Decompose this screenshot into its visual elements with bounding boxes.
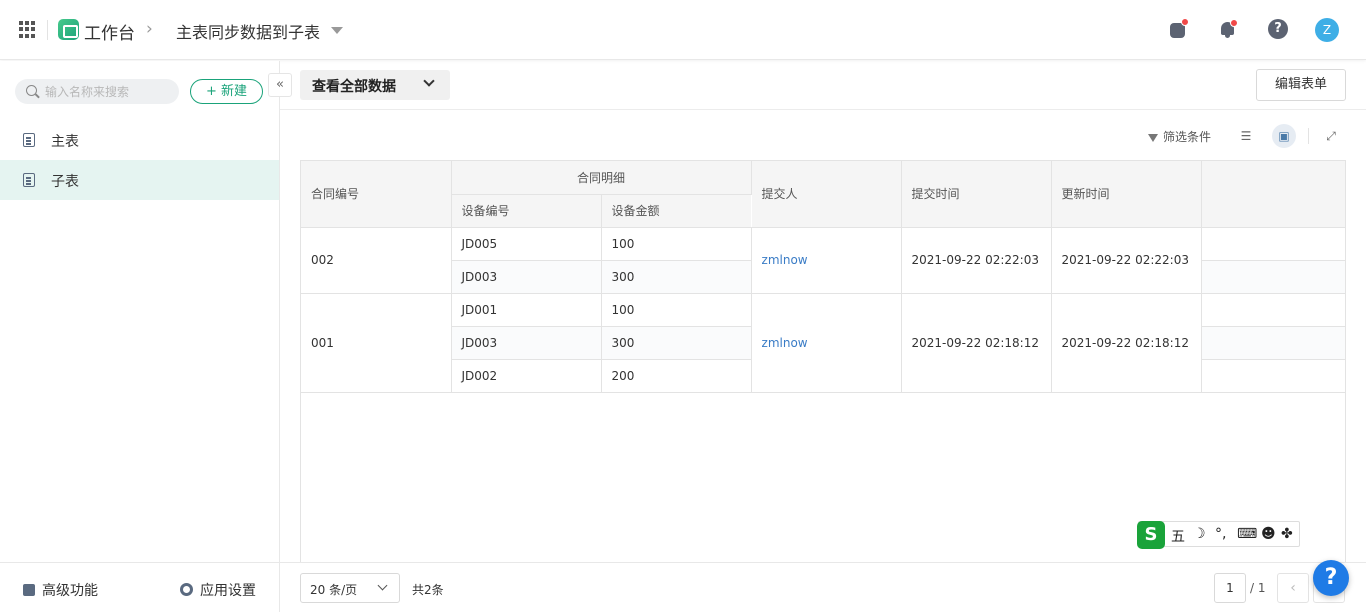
- app-title[interactable]: 主表同步数据到子表: [176, 19, 320, 43]
- cell-actions: [1201, 260, 1345, 294]
- chevron-down-icon: [423, 75, 435, 87]
- view-selector-label: 查看全部数据: [312, 79, 396, 95]
- column-header-submitter[interactable]: 提交人: [751, 161, 902, 228]
- keyboard-icon[interactable]: ⌨: [1237, 526, 1257, 542]
- cell-device-no: JD005: [451, 227, 602, 261]
- cell-actions: [1201, 326, 1345, 360]
- apps-grid-icon[interactable]: [19, 21, 36, 38]
- previous-page-button[interactable]: ‹: [1277, 573, 1309, 603]
- collapse-sidebar-icon[interactable]: «: [268, 73, 292, 97]
- search-input[interactable]: [45, 82, 173, 101]
- cell-submitter-link[interactable]: zmlnow: [751, 293, 902, 393]
- sort-icon[interactable]: ☰: [1234, 124, 1258, 148]
- cell-actions: [1201, 293, 1345, 327]
- column-header-update-time[interactable]: 更新时间: [1051, 161, 1202, 228]
- cell-actions: [1201, 227, 1345, 261]
- column-group-contract-detail[interactable]: 合同明细: [451, 161, 752, 195]
- divider: [1308, 128, 1309, 144]
- total-count: 共2条: [412, 583, 444, 597]
- edit-form-button[interactable]: 编辑表单: [1256, 69, 1346, 101]
- cell-device-amount: 300: [601, 260, 752, 294]
- view-selector[interactable]: 查看全部数据: [300, 70, 450, 100]
- floating-help-button[interactable]: ?: [1313, 560, 1349, 596]
- gear-icon: [180, 583, 193, 596]
- sheet-icon: [23, 173, 35, 187]
- cell-submit-time: 2021-09-22 02:18:12: [901, 293, 1052, 393]
- cell-actions: [1201, 359, 1345, 393]
- caret-down-icon[interactable]: [331, 27, 343, 34]
- cell-device-amount: 300: [601, 326, 752, 360]
- cell-contract-no: 001: [301, 293, 452, 393]
- column-header-actions: [1201, 161, 1345, 228]
- column-header-submit-time[interactable]: 提交时间: [901, 161, 1052, 228]
- table-row[interactable]: 002 JD005 100 zmlnow 2021-09-22 02:22:03…: [301, 227, 1345, 294]
- cell-device-no: JD003: [451, 260, 602, 294]
- fullscreen-icon[interactable]: ⤢: [1319, 124, 1343, 148]
- app-settings-button[interactable]: 应用设置: [180, 580, 256, 600]
- sidebar-item-sub-sheet[interactable]: 子表: [0, 160, 279, 200]
- cell-update-time: 2021-09-22 02:18:12: [1051, 293, 1202, 393]
- notification-dot: [1181, 18, 1189, 26]
- card-view-icon[interactable]: ▣: [1272, 124, 1296, 148]
- notification-dot: [1230, 19, 1238, 27]
- page-total: / 1: [1250, 581, 1266, 595]
- page-size-select[interactable]: 20 条/页: [300, 573, 400, 603]
- data-table: 合同编号 合同明细 提交人 提交时间 更新时间 设备编号 设备金额 002 JD…: [300, 160, 1346, 562]
- help-icon[interactable]: ?: [1268, 19, 1288, 39]
- table-row[interactable]: 001 JD001 100 zmlnow 2021-09-22 02:18:12…: [301, 293, 1345, 393]
- sidebar-item-main-sheet[interactable]: 主表: [0, 120, 279, 160]
- app-settings-label: 应用设置: [200, 583, 256, 599]
- workspace-link[interactable]: 工作台: [84, 19, 135, 44]
- cell-submit-time: 2021-09-22 02:22:03: [901, 227, 1052, 294]
- cell-submitter-link[interactable]: zmlnow: [751, 227, 902, 294]
- chevron-right-icon: ›: [146, 19, 153, 39]
- filter-icon: [1148, 134, 1158, 142]
- advanced-features-label: 高级功能: [42, 583, 98, 599]
- sidebar-item-label: 主表: [51, 134, 79, 150]
- filter-button[interactable]: 筛选条件: [1148, 128, 1211, 145]
- cell-device-amount: 100: [601, 227, 752, 261]
- filter-label: 筛选条件: [1163, 130, 1212, 144]
- sidebar-item-label: 子表: [51, 174, 79, 190]
- apps-icon[interactable]: ✤: [1281, 526, 1293, 542]
- advanced-features-button[interactable]: 高级功能: [23, 580, 98, 600]
- search-icon: [26, 85, 37, 96]
- page-size-label: 20 条/页: [310, 583, 358, 597]
- cell-update-time: 2021-09-22 02:22:03: [1051, 227, 1202, 294]
- cell-device-no: JD001: [451, 293, 602, 327]
- new-button[interactable]: + 新建: [190, 79, 263, 104]
- search-box: [15, 79, 179, 104]
- divider: [280, 109, 1366, 110]
- avatar[interactable]: Z: [1315, 18, 1339, 42]
- punctuation-icon[interactable]: °,: [1215, 526, 1226, 542]
- cell-device-no: JD002: [451, 359, 602, 393]
- bell-icon[interactable]: [1218, 19, 1238, 39]
- ime-logo-icon[interactable]: S: [1137, 521, 1165, 549]
- app-store-icon[interactable]: [1168, 18, 1189, 39]
- divider: [47, 20, 48, 40]
- cell-contract-no: 002: [301, 227, 452, 294]
- ime-toolbar[interactable]: S 五 ☽ °, ⌨ ☻ ✤: [1137, 521, 1300, 549]
- column-header-device-no[interactable]: 设备编号: [451, 194, 602, 228]
- ime-mode-toggle[interactable]: 五: [1171, 526, 1185, 546]
- sidebar: + 新建 « 主表 子表 高级功能 应用设置: [0, 61, 292, 612]
- page-number-input[interactable]: 1: [1214, 573, 1246, 603]
- sidebar-footer: 高级功能 应用设置: [0, 562, 279, 612]
- cell-device-amount: 200: [601, 359, 752, 393]
- cube-icon: [23, 584, 35, 596]
- column-header-contract-no[interactable]: 合同编号: [301, 161, 452, 228]
- column-header-device-amount[interactable]: 设备金额: [601, 194, 752, 228]
- top-bar: 工作台 › 主表同步数据到子表 ? Z: [0, 0, 1366, 60]
- user-icon[interactable]: ☻: [1261, 526, 1276, 542]
- cell-device-amount: 100: [601, 293, 752, 327]
- moon-icon[interactable]: ☽: [1193, 526, 1206, 542]
- pagination-bar: 20 条/页 共2条 1 / 1 ‹: [280, 562, 1366, 612]
- cell-device-no: JD003: [451, 326, 602, 360]
- app-logo-icon[interactable]: [58, 19, 79, 40]
- sheet-icon: [23, 133, 35, 147]
- chevron-down-icon: [377, 580, 388, 591]
